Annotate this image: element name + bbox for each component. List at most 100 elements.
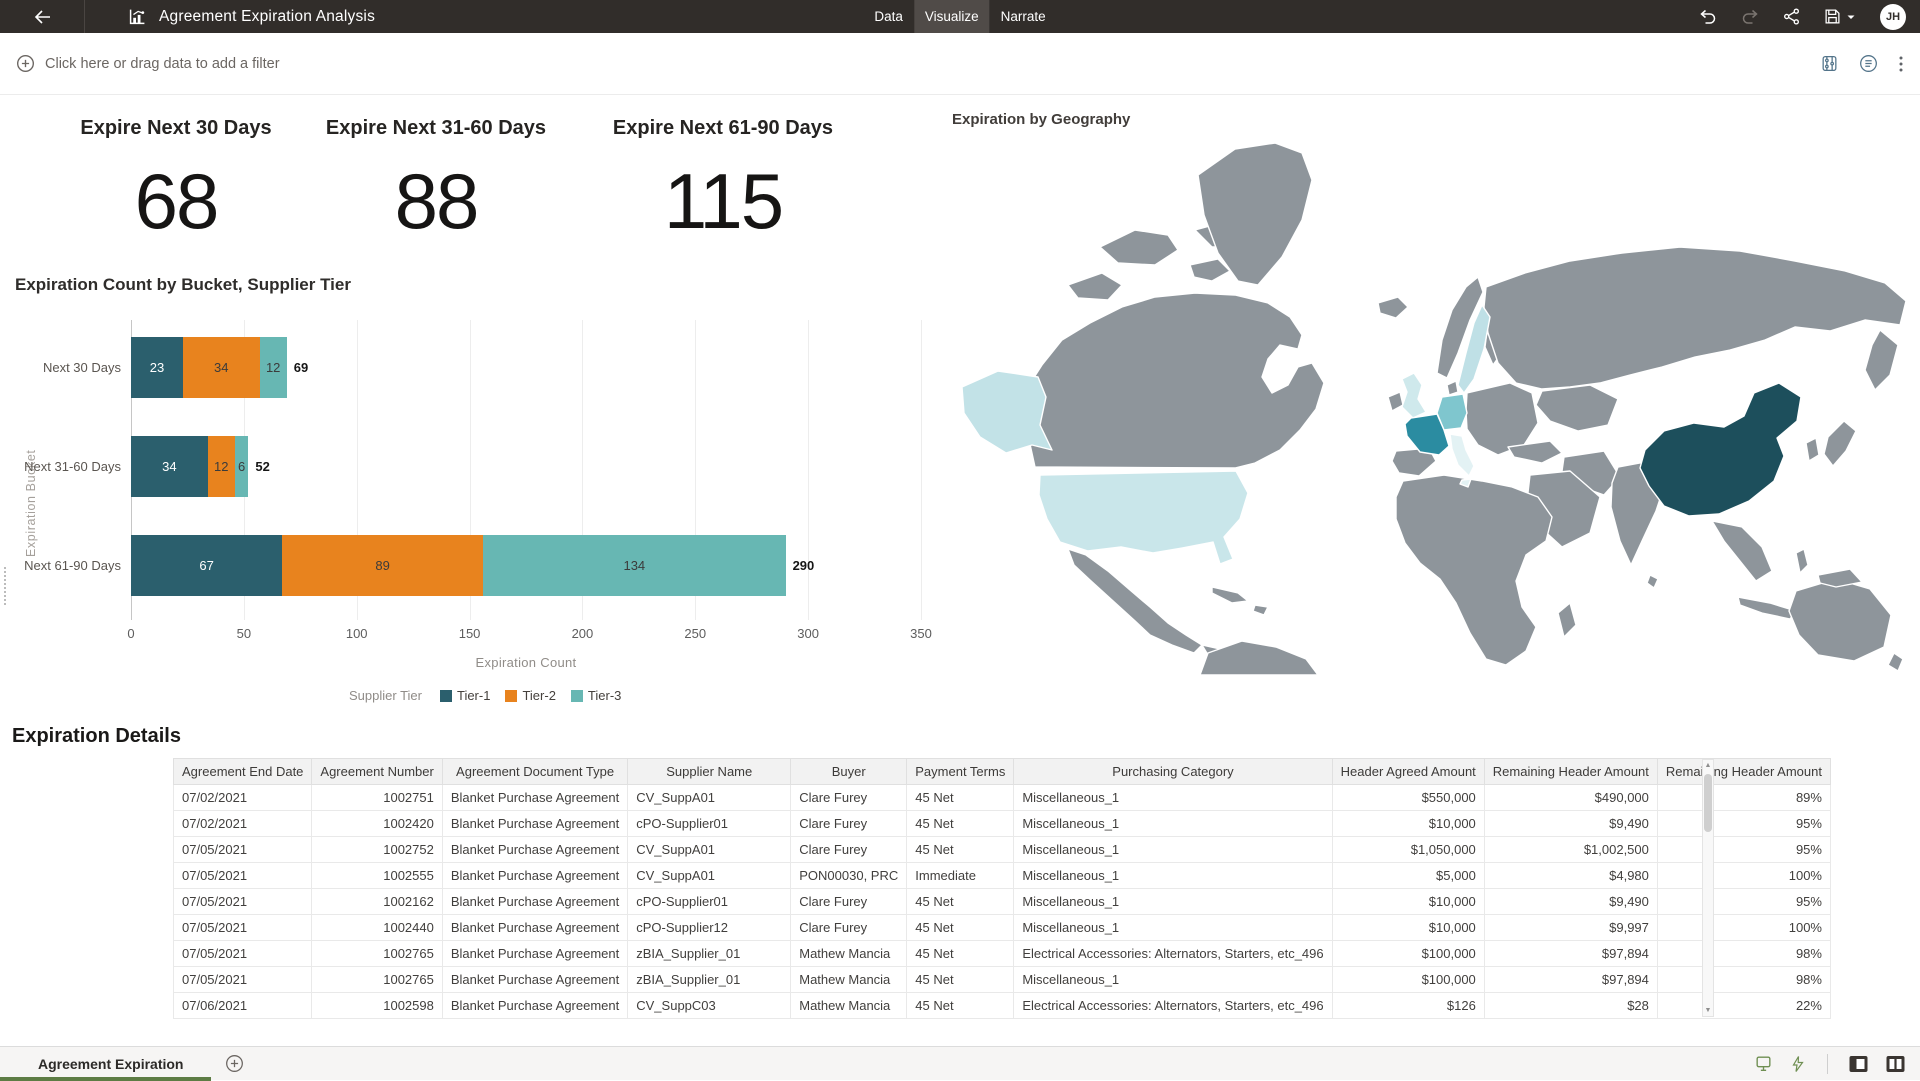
map-region-africa[interactable]	[1396, 475, 1552, 665]
table-row[interactable]: 07/02/20211002751Blanket Purchase Agreem…	[174, 785, 1831, 811]
bar-segment-tier-1[interactable]: 23	[131, 337, 183, 398]
bar-segment-tier-2[interactable]: 12	[208, 436, 235, 497]
table-row[interactable]: 07/05/20211002440Blanket Purchase Agreem…	[174, 915, 1831, 941]
app-bar: Agreement Expiration Analysis DataVisual…	[0, 0, 1920, 33]
table-row[interactable]: 07/02/20211002420Blanket Purchase Agreem…	[174, 811, 1831, 837]
scroll-up-icon[interactable]: ▲	[1703, 762, 1713, 769]
kpi-tile[interactable]: Expire Next 61-90 Days115	[573, 117, 873, 247]
add-filter-icon[interactable]	[16, 54, 35, 73]
map-country-italy[interactable]	[1450, 434, 1474, 476]
map-region-ireland[interactable]	[1388, 392, 1403, 411]
panel-toggle-right[interactable]	[1848, 1054, 1869, 1074]
map-region-mexico[interactable]	[1068, 549, 1202, 653]
scroll-down-icon[interactable]: ▼	[1703, 1007, 1713, 1014]
map-region-cuba[interactable]	[1212, 587, 1248, 603]
table-cell: 45 Net	[907, 785, 1014, 811]
map-region-denmark[interactable]	[1447, 381, 1458, 395]
map-region-philippines[interactable]	[1796, 549, 1808, 573]
map-region-canada[interactable]	[1016, 293, 1324, 468]
canvas-tab[interactable]: Agreement Expiration	[0, 1047, 211, 1081]
legend-item[interactable]: Tier-2	[505, 688, 555, 703]
bar-segment-tier-3[interactable]: 134	[483, 535, 785, 596]
table-cell: Mathew Mancia	[791, 941, 907, 967]
legend-label: Tier-2	[522, 688, 555, 703]
viz-settings-icon[interactable]	[1820, 54, 1839, 73]
map-region-sri-lanka[interactable]	[1647, 575, 1658, 588]
map-country-united-kingdom[interactable]	[1402, 373, 1426, 418]
annotations-icon[interactable]	[1859, 54, 1878, 73]
map-region-new-zealand[interactable]	[1888, 653, 1903, 671]
kpi-tile[interactable]: Expire Next 31-60 Days88	[286, 117, 586, 247]
map-region-japan[interactable]	[1824, 421, 1856, 466]
table-row[interactable]: 07/05/20211002555Blanket Purchase Agreem…	[174, 863, 1831, 889]
scroll-thumb[interactable]	[1704, 774, 1712, 832]
table-cell: 45 Net	[907, 941, 1014, 967]
column-header[interactable]: Payment Terms	[907, 759, 1014, 785]
column-header[interactable]: Agreement Number	[312, 759, 442, 785]
bar-segment-tier-1[interactable]: 34	[131, 436, 208, 497]
map-region-iceland[interactable]	[1378, 297, 1408, 318]
filter-bar[interactable]: Click here or drag data to add a filter	[0, 33, 1920, 95]
table-cell: 07/06/2021	[174, 993, 312, 1019]
column-header[interactable]: Supplier Name	[628, 759, 791, 785]
map-region-russia[interactable]	[1484, 247, 1906, 389]
column-header[interactable]: Header Agreed Amount	[1332, 759, 1484, 785]
bar-segment-tier-2[interactable]: 34	[183, 337, 260, 398]
map-region-arctic-island[interactable]	[1100, 230, 1178, 265]
undo-button[interactable]	[1699, 9, 1717, 25]
column-header[interactable]: Remaining Header Amount	[1657, 759, 1830, 785]
column-header[interactable]: Purchasing Category	[1014, 759, 1332, 785]
map-region-southeast-asia[interactable]	[1712, 521, 1772, 581]
legend-item[interactable]: Tier-1	[440, 688, 490, 703]
map-region-central-asia[interactable]	[1536, 385, 1618, 431]
back-button[interactable]	[0, 0, 84, 33]
save-caret-icon[interactable]	[1846, 13, 1856, 21]
avatar[interactable]: JH	[1880, 4, 1906, 30]
tab-data[interactable]: Data	[863, 0, 914, 33]
bar-segment-tier-2[interactable]: 89	[282, 535, 483, 596]
panel-toggle-split[interactable]	[1885, 1054, 1906, 1074]
map-region-south-america[interactable]	[1200, 641, 1318, 675]
table-row[interactable]: 07/05/20211002752Blanket Purchase Agreem…	[174, 837, 1831, 863]
auto-insights-icon[interactable]	[1789, 1055, 1807, 1073]
tab-narrate[interactable]: Narrate	[990, 0, 1057, 33]
legend-item[interactable]: Tier-3	[571, 688, 621, 703]
map-region-korea[interactable]	[1806, 438, 1819, 461]
filter-prompt[interactable]: Click here or drag data to add a filter	[45, 56, 280, 72]
map-region-madagascar[interactable]	[1558, 603, 1576, 637]
kebab-menu-icon[interactable]	[1898, 55, 1904, 73]
column-header[interactable]: Agreement End Date	[174, 759, 312, 785]
table-cell: $100,000	[1332, 967, 1484, 993]
add-canvas-button[interactable]	[225, 1054, 244, 1073]
legend-swatch	[440, 690, 452, 702]
column-header[interactable]: Remaining Header Amount	[1484, 759, 1657, 785]
map-region-australia[interactable]	[1789, 579, 1891, 661]
table-cell: 1002162	[312, 889, 442, 915]
save-button[interactable]	[1824, 8, 1856, 25]
legend-swatch	[571, 690, 583, 702]
map-region-siberia-east[interactable]	[1865, 330, 1898, 390]
table-row[interactable]: 07/05/20211002765Blanket Purchase Agreem…	[174, 967, 1831, 993]
redo-button[interactable]	[1741, 9, 1759, 25]
canvas-properties-icon[interactable]	[1754, 1054, 1773, 1073]
map-country-alaska[interactable]	[962, 371, 1052, 453]
tab-visualize[interactable]: Visualize	[914, 0, 990, 33]
table-row[interactable]: 07/05/20211002765Blanket Purchase Agreem…	[174, 941, 1831, 967]
table-scrollbar[interactable]: ▲ ▼	[1702, 759, 1714, 1017]
map-region-arctic-island[interactable]	[1068, 273, 1122, 300]
chart-scroll-handle[interactable]	[4, 567, 6, 605]
kpi-tile[interactable]: Expire Next 30 Days68	[26, 117, 326, 247]
bar-segment-tier-3[interactable]: 6	[235, 436, 249, 497]
table-row[interactable]: 07/05/20211002162Blanket Purchase Agreem…	[174, 889, 1831, 915]
map-region-hispaniola[interactable]	[1253, 605, 1268, 615]
table-row[interactable]: 07/06/20211002598Blanket Purchase Agreem…	[174, 993, 1831, 1019]
table-cell: 22%	[1657, 993, 1830, 1019]
map-region-indonesia[interactable]	[1738, 597, 1796, 619]
topbar-actions: JH	[1699, 4, 1906, 30]
share-button[interactable]	[1783, 8, 1800, 25]
column-header[interactable]: Agreement Document Type	[442, 759, 627, 785]
column-header[interactable]: Buyer	[791, 759, 907, 785]
bar-segment-tier-1[interactable]: 67	[131, 535, 282, 596]
map-country-china[interactable]	[1640, 383, 1801, 516]
bar-segment-tier-3[interactable]: 12	[260, 337, 287, 398]
